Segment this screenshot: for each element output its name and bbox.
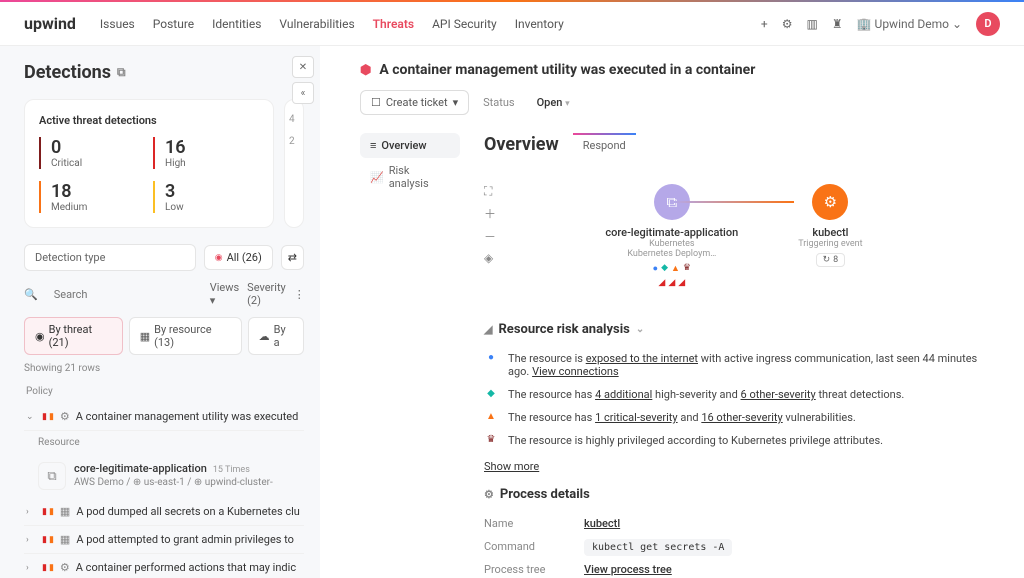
app-header: upwind Issues Posture Identities Vulnera… bbox=[0, 2, 1024, 46]
threat-row-2[interactable]: › ▮▮ ▦ A pod dumped all secrets on a Kub… bbox=[24, 498, 304, 526]
center-icon[interactable]: ◈ bbox=[484, 251, 496, 265]
search-input[interactable] bbox=[46, 283, 202, 306]
process-command-value: kubectl get secrets -A bbox=[584, 539, 732, 556]
next-card-peek[interactable]: 4 2 bbox=[284, 99, 304, 228]
rows-count: Showing 21 rows bbox=[24, 363, 304, 374]
org-switcher[interactable]: 🏢 Upwind Demo ⌄ bbox=[857, 17, 962, 31]
graph-node-resource[interactable]: ⧉ core-legitimate-application Kubernetes… bbox=[605, 184, 738, 288]
status-dropdown[interactable]: Open ▾ bbox=[529, 92, 578, 113]
gear-icon: ⚙ bbox=[60, 410, 70, 423]
search-icon: 🔍 bbox=[24, 288, 38, 301]
detection-title: A container management utility was execu… bbox=[379, 62, 755, 78]
chevron-right-icon: › bbox=[26, 563, 36, 573]
main-nav: Issues Posture Identities Vulnerabilitie… bbox=[100, 17, 564, 31]
status-label: Status bbox=[483, 96, 514, 109]
process-name-value[interactable]: kubectl bbox=[584, 517, 620, 530]
avatar[interactable]: D bbox=[976, 12, 1000, 36]
risk-item: ◆ The resource has 4 additional high-sev… bbox=[484, 383, 984, 406]
nav-identities[interactable]: Identities bbox=[212, 17, 261, 31]
page-title: Detections ⧉ bbox=[24, 62, 304, 83]
chevron-down-icon: ⌄ bbox=[26, 412, 36, 422]
stat-medium[interactable]: 18 Medium bbox=[39, 181, 145, 213]
process-details-title: ⚙ Process details bbox=[484, 487, 984, 502]
detail-panel: ⬢ A container management utility was exe… bbox=[320, 46, 1024, 578]
shield-icon: ⬢ bbox=[360, 63, 371, 78]
close-panel-button[interactable]: ✕ bbox=[292, 56, 314, 78]
chevron-right-icon: › bbox=[26, 535, 36, 545]
gear-icon[interactable]: ⚙ bbox=[782, 17, 793, 31]
create-ticket-button[interactable]: ☐ Create ticket ▾ bbox=[360, 90, 469, 115]
risk-analysis-title: ◢ Resource risk analysis ⌄ bbox=[484, 322, 984, 337]
tab-by-account[interactable]: ☁ By a bbox=[248, 317, 304, 355]
stat-critical[interactable]: 0 Critical bbox=[39, 137, 145, 169]
nav-inventory[interactable]: Inventory bbox=[515, 17, 564, 31]
logo[interactable]: upwind bbox=[24, 14, 76, 33]
nav-threats[interactable]: Threats bbox=[373, 17, 414, 31]
filter-all[interactable]: ◉All (26) bbox=[204, 245, 273, 270]
views-dropdown[interactable]: Views ▾ bbox=[210, 281, 239, 307]
chart-icon: 📈 bbox=[370, 171, 384, 184]
chevron-right-icon: › bbox=[26, 507, 36, 517]
zoom-in-icon[interactable]: ＋ bbox=[484, 205, 496, 222]
risk-item: ● The resource is exposed to the interne… bbox=[484, 347, 984, 383]
nav-posture[interactable]: Posture bbox=[153, 17, 194, 31]
graph-area: ⛶ ＋ － ◈ ⧉ core-legitimate-application Ku… bbox=[484, 174, 984, 298]
crown-icon: ♛ bbox=[484, 434, 498, 445]
active-detections-card: Active threat detections 0 Critical 16 H… bbox=[24, 99, 274, 228]
threat-row-1[interactable]: ⌄ ▮▮ ⚙ A container management utility wa… bbox=[24, 403, 304, 431]
nav-vulnerabilities[interactable]: Vulnerabilities bbox=[279, 17, 354, 31]
threat-row-3[interactable]: › ▮▮ ▦ A pod attempted to grant admin pr… bbox=[24, 526, 304, 554]
severity-filter[interactable]: Severity (2) bbox=[247, 281, 286, 307]
resource-row[interactable]: ⧉ core-legitimate-application15 Times AW… bbox=[24, 454, 304, 498]
filter-more[interactable]: ⇄ bbox=[281, 245, 304, 270]
graph-edge bbox=[674, 201, 794, 203]
more-filter[interactable]: ⋮ bbox=[294, 288, 305, 301]
sidenav-risk-analysis[interactable]: 📈Risk analysis bbox=[360, 158, 460, 196]
threat-row-4[interactable]: › ▮▮ ⚙ A container performed actions tha… bbox=[24, 554, 304, 578]
col-policy: Policy bbox=[24, 380, 304, 403]
exposed-link[interactable]: exposed to the internet bbox=[586, 352, 698, 365]
chart-icon: ◢ bbox=[484, 323, 492, 336]
nav-api-security[interactable]: API Security bbox=[432, 17, 497, 31]
process-command-label: Command bbox=[484, 540, 584, 553]
overview-heading: Overview bbox=[484, 134, 559, 155]
plus-icon[interactable]: + bbox=[761, 17, 768, 31]
left-panel: ✕ « Detections ⧉ Active threat detection… bbox=[0, 46, 320, 578]
stat-high[interactable]: 16 High bbox=[153, 137, 259, 169]
detail-side-nav: ≡Overview 📈Risk analysis bbox=[360, 133, 460, 578]
view-process-tree-link[interactable]: View process tree bbox=[584, 563, 672, 576]
chevron-down-icon[interactable]: ⌄ bbox=[636, 324, 644, 335]
risk-item: ♛ The resource is highly privileged acco… bbox=[484, 429, 984, 452]
nav-issues[interactable]: Issues bbox=[100, 17, 135, 31]
globe-icon: ● bbox=[484, 352, 498, 363]
gear-icon: ⚙ bbox=[812, 184, 848, 220]
show-more-link[interactable]: Show more bbox=[484, 460, 539, 473]
zoom-out-icon[interactable]: － bbox=[484, 228, 496, 245]
sidenav-overview[interactable]: ≡Overview bbox=[360, 133, 460, 158]
collapse-panel-button[interactable]: « bbox=[292, 82, 314, 104]
card-title: Active threat detections bbox=[39, 114, 259, 127]
gear-icon: ⚙ bbox=[484, 488, 494, 501]
fire-icon: ▲ bbox=[484, 411, 498, 422]
process-name-label: Name bbox=[484, 517, 584, 530]
risk-item: ▲ The resource has 1 critical-severity a… bbox=[484, 406, 984, 429]
detection-type-filter[interactable]: Detection type bbox=[24, 244, 196, 271]
resource-icon: ⧉ bbox=[38, 462, 66, 490]
event-count-badge[interactable]: ↻ 8 bbox=[816, 253, 846, 267]
bell-icon[interactable]: ♜ bbox=[832, 17, 843, 31]
tab-respond[interactable]: Respond bbox=[573, 133, 636, 156]
fullscreen-icon[interactable]: ⛶ bbox=[484, 184, 496, 199]
tab-by-resource[interactable]: ▦ By resource (13) bbox=[129, 317, 242, 355]
graph-node-event[interactable]: ⚙ kubectl Triggering event ↻ 8 bbox=[798, 184, 862, 267]
external-link-icon[interactable]: ⧉ bbox=[117, 65, 126, 80]
tab-by-threat[interactable]: ◉ By threat (21) bbox=[24, 317, 123, 355]
stat-low[interactable]: 3 Low bbox=[153, 181, 259, 213]
book-icon[interactable]: ▥ bbox=[807, 17, 818, 31]
view-connections-link[interactable]: View connections bbox=[532, 365, 619, 378]
list-icon: ≡ bbox=[370, 139, 376, 152]
shield-icon: ◆ bbox=[484, 388, 498, 399]
col-resource: Resource bbox=[24, 431, 304, 454]
process-tree-label: Process tree bbox=[484, 563, 584, 576]
